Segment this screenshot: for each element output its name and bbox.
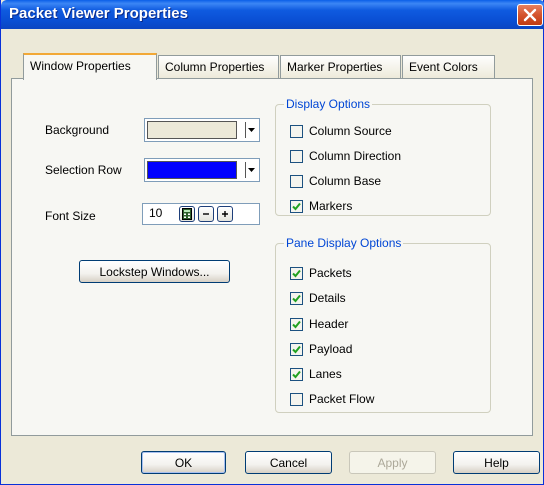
cancel-label: Cancel [269,455,308,470]
checkbox-box[interactable] [290,291,303,305]
display-options-group: Display Options Column Source Column Dir… [275,97,491,216]
dropdown-arrow-icon [248,128,255,132]
checkbox-label: Header [309,317,349,331]
column-base-checkbox[interactable]: Column Base [290,173,381,189]
title-bar: Packet Viewer Properties [1,0,544,29]
packet-flow-checkbox[interactable]: Packet Flow [290,391,374,407]
checkbox-box[interactable] [290,266,303,280]
tab-marker-properties[interactable]: Marker Properties [280,55,401,79]
column-source-checkbox[interactable]: Column Source [290,123,392,139]
background-color-swatch [147,121,237,139]
ok-label: OK [174,455,193,470]
checkbox-label: Lanes [309,367,342,381]
checkbox-label: Payload [309,342,353,356]
font-size-label: Font Size [45,209,96,223]
properties-dialog: Packet Viewer Properties Window Properti… [0,0,544,485]
close-button[interactable] [517,4,543,26]
check-icon [292,320,301,328]
lockstep-windows-label: Lockstep Windows... [99,264,210,279]
selection-row-color-swatch [147,161,237,179]
details-checkbox[interactable]: Details [290,290,346,306]
tab-column-properties[interactable]: Column Properties [158,55,279,79]
column-direction-checkbox[interactable]: Column Direction [290,148,401,164]
checkbox-box[interactable] [290,149,303,163]
display-options-title: Display Options [284,97,373,111]
checkbox-box[interactable] [290,392,303,406]
background-label: Background [45,123,110,137]
checkbox-label: Markers [309,199,353,213]
window-title: Packet Viewer Properties [9,5,188,22]
apply-button[interactable]: Apply [349,451,436,474]
checkbox-box[interactable] [290,174,303,188]
calculator-icon [182,208,192,220]
lanes-checkbox[interactable]: Lanes [290,366,342,382]
selection-row-color-picker[interactable] [144,158,260,182]
font-size-calculator-button[interactable] [179,206,195,222]
ok-button[interactable]: OK [141,451,226,474]
font-size-value: 10 [149,206,163,220]
check-icon [292,294,301,302]
checkbox-label: Column Direction [309,149,402,163]
font-size-increase-button[interactable] [217,206,233,222]
payload-checkbox[interactable]: Payload [290,341,352,357]
font-size-decrease-button[interactable] [198,206,214,222]
check-icon [292,269,301,277]
check-icon [292,370,301,378]
header-checkbox[interactable]: Header [290,316,348,332]
checkbox-box[interactable] [290,317,303,331]
tab-panel-window-properties: Background Selection Row Font Size 10 Lo… [11,78,533,436]
tab-label: Event Colors [409,60,478,74]
checkbox-box[interactable] [290,199,303,213]
packets-checkbox[interactable]: Packets [290,265,352,281]
checkbox-box[interactable] [290,342,303,356]
background-dropdown-button[interactable] [245,122,257,138]
apply-label: Apply [377,455,408,470]
tab-label: Column Properties [165,60,265,74]
tab-window-properties[interactable]: Window Properties [23,53,157,80]
background-color-picker[interactable] [144,118,260,142]
checkbox-box[interactable] [290,124,303,138]
checkbox-label: Packets [309,266,352,280]
checkbox-label: Packet Flow [309,392,375,406]
checkbox-label: Column Base [309,174,382,188]
selection-row-label: Selection Row [45,163,122,177]
help-label: Help [484,455,509,470]
tab-label: Window Properties [30,59,131,73]
close-icon [523,8,537,22]
help-button[interactable]: Help [453,451,540,474]
checkbox-box[interactable] [290,367,303,381]
pane-display-options-title: Pane Display Options [284,236,404,250]
markers-checkbox[interactable]: Markers [290,198,352,214]
cancel-button[interactable]: Cancel [245,451,332,474]
selection-row-dropdown-button[interactable] [245,162,257,178]
checkbox-label: Column Source [309,124,392,138]
check-icon [292,202,301,210]
tab-label: Marker Properties [287,60,383,74]
minus-icon [203,213,209,215]
lockstep-windows-button[interactable]: Lockstep Windows... [79,260,230,283]
checkbox-label: Details [309,291,346,305]
plus-icon [222,211,228,217]
dropdown-arrow-icon [248,168,255,172]
check-icon [292,345,301,353]
pane-display-options-group: Pane Display Options Packets Details Hea… [275,236,491,413]
tab-event-colors[interactable]: Event Colors [402,55,495,79]
